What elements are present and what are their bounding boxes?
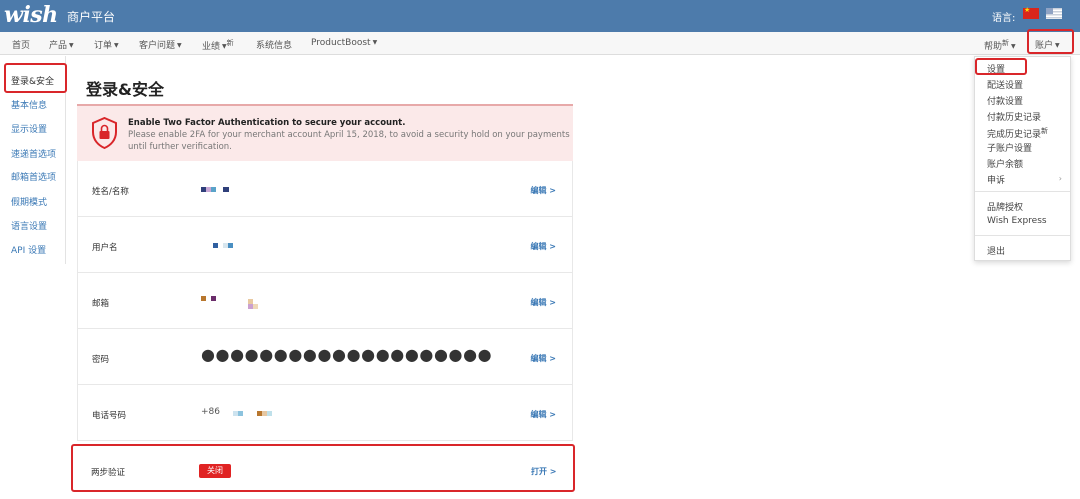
menu-item-shipping-settings[interactable]: 配送设置 <box>987 78 1023 91</box>
nav-customer-issues[interactable]: 客户问题 ▼ <box>139 38 182 51</box>
menu-item-payment-history[interactable]: 付款历史记录 <box>987 110 1041 123</box>
nav-home[interactable]: 首页 <box>12 38 30 51</box>
menu-item-wish-express[interactable]: Wish Express <box>987 216 1047 226</box>
caret-down-icon: ▼ <box>177 42 182 49</box>
sidebar-item-email-preferences[interactable]: 邮箱首选项 <box>11 170 56 183</box>
new-badge: 新 <box>1041 127 1049 135</box>
top-header: wish 商户平台 语言: <box>0 0 1080 32</box>
platform-title: 商户平台 <box>67 10 116 24</box>
sidebar-item-api-settings[interactable]: API 设置 <box>11 243 46 256</box>
wish-logo[interactable]: wish <box>4 2 58 28</box>
menu-item-account-balance[interactable]: 账户余额 <box>987 157 1023 170</box>
menu-item-payment-settings[interactable]: 付款设置 <box>987 94 1023 107</box>
sidebar-item-vacation-mode[interactable]: 假期模式 <box>11 195 47 208</box>
menu-item-sub-account-settings[interactable]: 子账户设置 <box>987 141 1032 154</box>
phone-label: 电话号码 <box>92 411 127 421</box>
password-label: 密码 <box>92 355 110 365</box>
password-row: 密码 ●●●●●●●●●●●●●●●●●●●● 编辑 > <box>78 329 572 385</box>
nav-help[interactable]: 帮助新 ▼ <box>984 38 1016 52</box>
cn-flag-icon[interactable] <box>1023 6 1039 19</box>
main-nav: 首页 产品 ▼ 订单 ▼ 客户问题 ▼ 业绩 ▼新 系统信息 ProductBoost ▼… <box>0 32 1080 55</box>
name-label: 姓名/名称 <box>92 187 129 197</box>
caret-down-icon: ▼ <box>69 42 74 49</box>
edit-email-link[interactable]: 编辑 > <box>531 297 557 308</box>
chevron-right-icon: › <box>1058 174 1062 183</box>
menu-item-logout[interactable]: 退出 <box>987 244 1005 257</box>
menu-divider <box>975 235 1070 236</box>
nav-performance[interactable]: 业绩 ▼新 <box>202 38 234 52</box>
edit-username-link[interactable]: 编辑 > <box>531 241 557 252</box>
account-dropdown-menu: 设置 配送设置 付款设置 付款历史记录 完成历史记录新 子账户设置 账户余额 申… <box>974 56 1071 261</box>
highlight-box-account-menu <box>1027 29 1074 54</box>
menu-item-brand-authorization[interactable]: 品牌授权 <box>987 200 1023 213</box>
nav-products[interactable]: 产品 ▼ <box>49 38 74 51</box>
menu-item-completion-history[interactable]: 完成历史记录新 <box>987 126 1048 140</box>
sidebar-item-basic-info[interactable]: 基本信息 <box>11 98 47 111</box>
alert-title: Enable Two Factor Authentication to secu… <box>128 118 406 128</box>
name-row: 姓名/名称 编辑 > <box>78 161 572 217</box>
alert-message: Please enable 2FA for your merchant acco… <box>128 130 570 140</box>
sidebar-item-display-settings[interactable]: 显示设置 <box>11 122 47 135</box>
phone-country-code: +86 <box>201 407 220 417</box>
account-info-card: 姓名/名称 编辑 > 用户名 编辑 > 邮箱 编辑 > 密码 ●●●●●●●●●… <box>77 161 573 441</box>
sidebar-item-shipping-preferences[interactable]: 速递首选项 <box>11 147 56 160</box>
two-factor-alert: Enable Two Factor Authentication to secu… <box>77 104 573 161</box>
nav-productboost[interactable]: ProductBoost ▼ <box>311 38 377 48</box>
email-label: 邮箱 <box>92 299 110 309</box>
edit-password-link[interactable]: 编辑 > <box>531 353 557 364</box>
menu-item-appeals[interactable]: 申诉 <box>987 173 1005 186</box>
nav-system-info[interactable]: 系统信息 <box>256 38 292 51</box>
password-value-masked: ●●●●●●●●●●●●●●●●●●●● <box>201 345 493 364</box>
language-label: 语言: <box>992 13 1016 24</box>
menu-divider <box>975 191 1070 192</box>
phone-value-redacted: +86 <box>201 407 272 417</box>
email-row: 邮箱 编辑 > <box>78 273 572 329</box>
caret-down-icon: ▼ <box>114 42 119 49</box>
highlight-box-sidebar <box>4 63 67 93</box>
us-flag-icon[interactable] <box>1046 8 1062 19</box>
phone-row: 电话号码 +86 编辑 > <box>78 385 572 441</box>
caret-down-icon: ▼ <box>372 39 378 46</box>
alert-message-continued: until further verification. <box>128 142 232 152</box>
username-label: 用户名 <box>92 243 118 253</box>
edit-phone-link[interactable]: 编辑 > <box>531 409 557 420</box>
new-badge: 新 <box>1002 39 1010 47</box>
sidebar-item-language-settings[interactable]: 语言设置 <box>11 219 47 232</box>
page-title: 登录&安全 <box>86 80 164 99</box>
caret-down-icon: ▼ <box>1011 43 1016 50</box>
shield-lock-icon <box>92 117 117 149</box>
edit-name-link[interactable]: 编辑 > <box>531 185 557 196</box>
username-row: 用户名 编辑 > <box>78 217 572 273</box>
nav-orders[interactable]: 订单 ▼ <box>94 38 119 51</box>
highlight-box-settings-item <box>975 58 1027 75</box>
new-badge: 新 <box>226 39 234 47</box>
highlight-box-two-factor <box>71 444 575 492</box>
